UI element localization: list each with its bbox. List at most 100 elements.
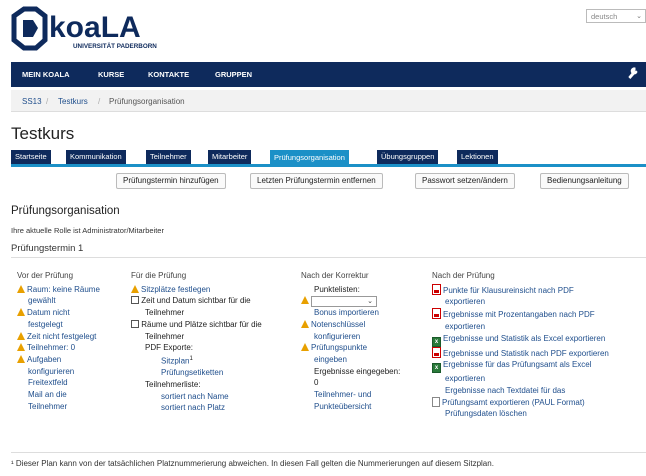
pdf-icon: [432, 283, 441, 295]
point-lists-label: Punktelisten:: [314, 284, 360, 294]
seats-link[interactable]: Sitzplätze festlegen: [141, 285, 210, 294]
exam-date-heading: Prüfungstermin 1: [11, 243, 84, 254]
tab-startseite[interactable]: Startseite: [11, 150, 51, 164]
column-for-exam: Für die Prüfung Sitzplätze festlegen Zei…: [131, 270, 299, 414]
mail-link[interactable]: Mail an die: [28, 390, 67, 399]
mail-link-cont[interactable]: Teilnehmer: [28, 402, 67, 411]
column-heading: Nach der Korrektur: [301, 271, 369, 280]
participant-list-label: Teilnehmerliste:: [145, 379, 201, 389]
warning-icon: [17, 331, 25, 340]
overview-link[interactable]: Teilnehmer- und: [314, 390, 371, 399]
checkbox-label-cont: Teilnehmer: [145, 308, 185, 318]
export-stats-pdf-link[interactable]: Ergebnisse und Statistik nach PDF export…: [443, 349, 609, 358]
wrench-icon[interactable]: [628, 67, 640, 81]
warning-icon: [301, 319, 309, 328]
nav-item-gruppen[interactable]: GRUPPEN: [215, 62, 252, 87]
breadcrumb-separator: /: [46, 97, 49, 106]
warning-icon: [131, 284, 139, 293]
tab-teilnehmer[interactable]: Teilnehmer: [146, 150, 191, 164]
overview-link-cont[interactable]: Punkteübersicht: [314, 402, 371, 411]
tab-pruefungsorganisation[interactable]: Prüfungsorganisation: [270, 150, 349, 167]
results-entered-count: 0: [314, 378, 319, 388]
nav-item-mein-koala[interactable]: MEIN KOALA: [22, 62, 70, 87]
main-nav: MEIN KOALA KURSE KONTAKTE GRUPPEN: [11, 62, 646, 87]
export-stats-excel-link[interactable]: Ergebnisse und Statistik als Excel expor…: [443, 334, 605, 343]
language-value: deutsch: [591, 12, 618, 21]
divider: [11, 452, 646, 453]
time-link[interactable]: Zeit nicht festgelegt: [27, 332, 96, 341]
column-heading: Vor der Prüfung: [17, 271, 74, 280]
tab-lektionen[interactable]: Lektionen: [457, 150, 498, 164]
export-percent-pdf-link[interactable]: Ergebnisse mit Prozentangaben nach PDF: [443, 310, 595, 319]
breadcrumb: SS13 / Testkurs / Prüfungsorganisation: [11, 90, 646, 112]
manual-button[interactable]: Bedienungsanleitung: [540, 173, 629, 189]
koala-logo[interactable]: koaLA UNIVERSITÄT PADERBORN: [11, 6, 181, 52]
warning-icon: [17, 308, 25, 317]
enter-points-link-cont[interactable]: eingeben: [314, 355, 347, 364]
divider: [11, 257, 646, 258]
export-percent-pdf-link-cont[interactable]: exportieren: [445, 322, 485, 331]
nav-item-kurse[interactable]: KURSE: [98, 62, 124, 87]
nav-item-kontakte[interactable]: KONTAKTE: [148, 62, 189, 87]
room-link[interactable]: Raum: keine Räume: [27, 285, 100, 294]
excel-icon: x: [432, 336, 441, 347]
participants-link[interactable]: Teilnehmer: 0: [27, 343, 75, 352]
results-entered-label: Ergebnisse eingegeben:: [314, 366, 401, 376]
export-office-excel-link-cont[interactable]: exportieren: [445, 374, 485, 383]
add-exam-date-button[interactable]: Prüfungstermin hinzufügen: [116, 173, 226, 189]
sort-by-name-link[interactable]: sortiert nach Name: [161, 392, 229, 401]
rooms-visible-checkbox[interactable]: [131, 319, 139, 328]
tab-uebungsgruppen[interactable]: Übungsgruppen: [377, 150, 439, 164]
course-tabs: Startseite Kommunikation Teilnehmer Mita…: [11, 150, 646, 167]
tab-kommunikation[interactable]: Kommunikation: [66, 150, 126, 164]
sort-by-seat-link[interactable]: sortiert nach Platz: [161, 403, 225, 412]
footnote-marker: 1: [189, 355, 193, 362]
breadcrumb-semester[interactable]: SS13: [22, 97, 42, 106]
warning-icon: [17, 284, 25, 293]
tab-mitarbeiter[interactable]: Mitarbeiter: [208, 150, 252, 164]
date-link-cont[interactable]: festgelegt: [28, 320, 63, 329]
breadcrumb-course[interactable]: Testkurs: [58, 97, 88, 106]
column-heading: Für die Prüfung: [131, 271, 187, 280]
column-heading: Nach der Prüfung: [432, 271, 495, 280]
date-link[interactable]: Datum nicht: [27, 308, 70, 317]
chevron-down-icon: ⌄: [367, 297, 373, 305]
section-title: Prüfungsorganisation: [11, 205, 120, 217]
checkbox-label: Räume und Plätze sichtbar für die: [141, 319, 262, 329]
freetext-link[interactable]: Freitextfeld: [28, 378, 68, 387]
grade-key-link-cont[interactable]: konfigurieren: [314, 332, 360, 341]
exam-labels-link[interactable]: Prüfungsetiketten: [161, 368, 223, 377]
export-text-link-cont[interactable]: Prüfungsamt exportieren (PAUL Format): [442, 398, 585, 407]
warning-icon: [17, 354, 25, 363]
column-before-exam: Vor der Prüfung Raum: keine Räume gewähl…: [17, 270, 129, 412]
warning-icon: [17, 343, 25, 352]
grade-key-link[interactable]: Notenschlüssel: [311, 320, 365, 329]
warning-icon: [301, 343, 309, 352]
breadcrumb-current: Prüfungsorganisation: [109, 97, 185, 106]
chevron-down-icon: ⌄: [636, 13, 642, 20]
remove-exam-date-button[interactable]: Letzten Prüfungstermin entfernen: [250, 173, 383, 189]
export-inspection-pdf-link[interactable]: Punkte für Klausureinsicht nach PDF: [443, 286, 574, 295]
logo-text: koaLA: [49, 11, 141, 44]
enter-points-link[interactable]: Prüfungspunkte: [311, 343, 367, 352]
language-select[interactable]: deutsch ⌄: [586, 9, 646, 23]
time-visible-checkbox[interactable]: [131, 296, 139, 305]
warning-icon: [301, 296, 309, 305]
export-inspection-pdf-link-cont[interactable]: exportieren: [445, 297, 485, 306]
import-bonus-link[interactable]: Bonus importieren: [314, 308, 379, 317]
pdf-exports-label: PDF Exporte:: [145, 343, 194, 353]
seating-plan-link[interactable]: Sitzplan: [161, 357, 189, 366]
text-file-icon: [432, 396, 440, 407]
page-title: Testkurs: [11, 124, 75, 143]
tasks-link[interactable]: Aufgaben: [27, 355, 61, 364]
tasks-link-cont[interactable]: konfigurieren: [28, 367, 74, 376]
delete-exam-data-link[interactable]: Prüfungsdaten löschen: [445, 409, 527, 418]
room-link-cont[interactable]: gewählt: [28, 296, 56, 305]
excel-icon: x: [432, 363, 441, 374]
breadcrumb-separator: /: [98, 97, 101, 106]
export-office-excel-link[interactable]: Ergebnisse für das Prüfungsamt als Excel: [443, 360, 592, 369]
set-password-button[interactable]: Passwort setzen/ändern: [415, 173, 515, 189]
pdf-icon: [432, 346, 441, 358]
point-lists-select[interactable]: ⌄: [311, 295, 377, 307]
export-text-link[interactable]: Ergebnisse nach Textdatei für das: [445, 386, 565, 395]
